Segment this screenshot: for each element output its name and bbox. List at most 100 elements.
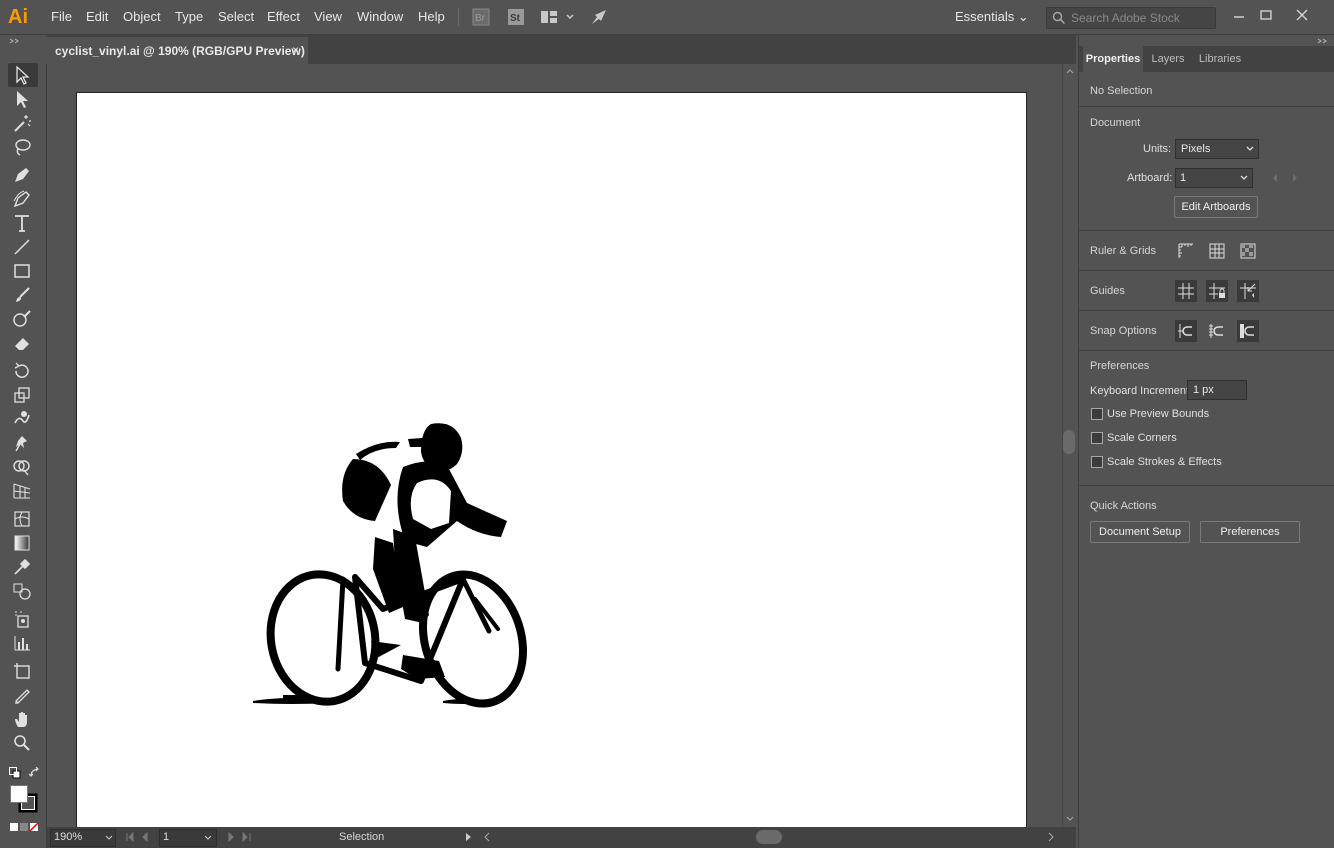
- shaper-tool[interactable]: [12, 309, 36, 331]
- artboard[interactable]: [76, 92, 1027, 830]
- divider: [1079, 106, 1334, 107]
- preferences-button[interactable]: Preferences: [1200, 521, 1300, 543]
- stock-icon[interactable]: St: [507, 8, 525, 26]
- divider: [1079, 310, 1334, 311]
- puppet-warp-tool[interactable]: [12, 433, 36, 455]
- scale-corners-checkbox[interactable]: [1091, 432, 1103, 444]
- transparency-grid-icon[interactable]: [1237, 240, 1259, 262]
- lock-guides-icon[interactable]: [1206, 280, 1228, 302]
- menu-view[interactable]: View: [314, 9, 342, 24]
- workspace-switcher[interactable]: Essentials ⌄: [955, 9, 1029, 25]
- direct-selection-tool[interactable]: [12, 89, 36, 111]
- selection-state: No Selection: [1090, 85, 1153, 97]
- document-setup-button[interactable]: Document Setup: [1090, 521, 1190, 543]
- use-preview-bounds-checkbox[interactable]: [1091, 408, 1103, 420]
- snap-to-pixel-icon[interactable]: [1206, 320, 1228, 342]
- hand-tool[interactable]: [12, 709, 36, 731]
- menu-effect[interactable]: Effect: [267, 9, 300, 24]
- chevron-down-icon[interactable]: [105, 835, 113, 841]
- quick-actions-title: Quick Actions: [1090, 500, 1157, 512]
- chevron-down-icon: [1246, 146, 1254, 151]
- canvas-area[interactable]: [47, 64, 1062, 830]
- blend-tool[interactable]: [12, 581, 36, 603]
- lasso-tool[interactable]: [12, 137, 36, 159]
- menu-edit[interactable]: Edit: [86, 9, 108, 24]
- panel-collapse-icon[interactable]: [9, 38, 21, 44]
- menu-file[interactable]: File: [51, 9, 72, 24]
- artboard-prev-next-icons[interactable]: [1271, 173, 1301, 183]
- swap-colors-icon[interactable]: [28, 766, 41, 779]
- scroll-up-icon[interactable]: [1066, 68, 1074, 74]
- pen-tool[interactable]: [12, 165, 36, 187]
- artboard-navigation-field[interactable]: 1: [159, 829, 217, 847]
- units-select[interactable]: Pixels: [1175, 139, 1259, 159]
- fill-stroke-swatch[interactable]: [10, 785, 38, 813]
- tab-properties[interactable]: Properties: [1083, 46, 1143, 72]
- close-tab-button[interactable]: ×: [292, 43, 299, 57]
- rotate-tool[interactable]: [12, 361, 36, 383]
- chevron-down-icon: [1240, 175, 1248, 180]
- bridge-icon[interactable]: Br: [472, 8, 490, 26]
- vertical-scroll-thumb[interactable]: [1063, 430, 1075, 454]
- magic-wand-tool[interactable]: [12, 113, 36, 135]
- smart-guides-icon[interactable]: [1237, 280, 1259, 302]
- rectangle-tool[interactable]: [12, 261, 36, 283]
- search-input[interactable]: Search Adobe Stock: [1071, 11, 1180, 25]
- default-colors-icon[interactable]: [9, 767, 21, 779]
- shape-builder-tool[interactable]: [12, 457, 36, 479]
- snap-to-point-icon[interactable]: [1175, 320, 1197, 342]
- selection-tool[interactable]: [12, 65, 36, 87]
- horizontal-scroll-thumb[interactable]: [756, 830, 782, 844]
- gradient-tool[interactable]: [12, 533, 36, 555]
- tab-layers[interactable]: Layers: [1145, 46, 1191, 72]
- perspective-grid-tool[interactable]: [12, 481, 36, 503]
- menu-type[interactable]: Type: [175, 9, 203, 24]
- zoom-level-field[interactable]: 190%: [50, 829, 116, 847]
- document-tab[interactable]: cyclist_vinyl.ai @ 190% (RGB/GPU Preview…: [46, 37, 308, 64]
- paintbrush-tool[interactable]: [12, 285, 36, 307]
- scroll-right-icon[interactable]: [1047, 832, 1055, 842]
- arrange-documents-icon[interactable]: [540, 8, 576, 26]
- color-mode-icons[interactable]: [10, 821, 40, 832]
- type-tool[interactable]: [12, 213, 36, 235]
- grid-icon[interactable]: [1206, 240, 1228, 262]
- scroll-down-icon[interactable]: [1066, 816, 1074, 822]
- mesh-tool[interactable]: [12, 509, 36, 531]
- column-graph-tool[interactable]: [12, 633, 36, 655]
- first-previous-artboard-icons[interactable]: [125, 832, 155, 842]
- symbol-sprayer-tool[interactable]: [12, 609, 36, 631]
- gpu-performance-icon[interactable]: [590, 8, 608, 26]
- slice-tool[interactable]: [12, 685, 36, 707]
- close-window-button[interactable]: [1291, 6, 1313, 24]
- menu-window[interactable]: Window: [357, 9, 403, 24]
- menu-object[interactable]: Object: [123, 9, 161, 24]
- status-menu-icon[interactable]: [465, 832, 473, 842]
- scroll-left-icon[interactable]: [483, 832, 491, 842]
- zoom-tool[interactable]: [12, 733, 36, 755]
- minimize-button[interactable]: [1228, 6, 1250, 24]
- scale-tool[interactable]: [12, 385, 36, 407]
- menu-help[interactable]: Help: [418, 9, 445, 24]
- ruler-icon[interactable]: [1175, 240, 1197, 262]
- menu-select[interactable]: Select: [218, 9, 254, 24]
- stock-search[interactable]: Search Adobe Stock: [1046, 7, 1216, 29]
- edit-artboards-button[interactable]: Edit Artboards: [1174, 196, 1258, 218]
- artboard-select[interactable]: 1: [1175, 168, 1253, 188]
- line-segment-tool[interactable]: [12, 237, 36, 259]
- eyedropper-tool[interactable]: [12, 557, 36, 579]
- maximize-button[interactable]: [1255, 6, 1277, 24]
- keyboard-increment-field[interactable]: 1 px: [1187, 380, 1247, 400]
- curvature-tool[interactable]: [12, 189, 36, 211]
- show-guides-icon[interactable]: [1175, 280, 1197, 302]
- eraser-tool[interactable]: [12, 333, 36, 355]
- snap-options-title: Snap Options: [1090, 325, 1157, 337]
- panel-collapse-icon[interactable]: [1317, 38, 1329, 44]
- artboard-tool[interactable]: [12, 661, 36, 683]
- cyclist-artwork[interactable]: [253, 419, 553, 719]
- chevron-down-icon[interactable]: [204, 835, 212, 841]
- next-last-artboard-icons[interactable]: [225, 832, 255, 842]
- scale-strokes-effects-checkbox[interactable]: [1091, 456, 1103, 468]
- warp-tool[interactable]: [12, 409, 36, 431]
- snap-to-grid-icon[interactable]: [1237, 320, 1259, 342]
- tab-libraries[interactable]: Libraries: [1193, 46, 1247, 72]
